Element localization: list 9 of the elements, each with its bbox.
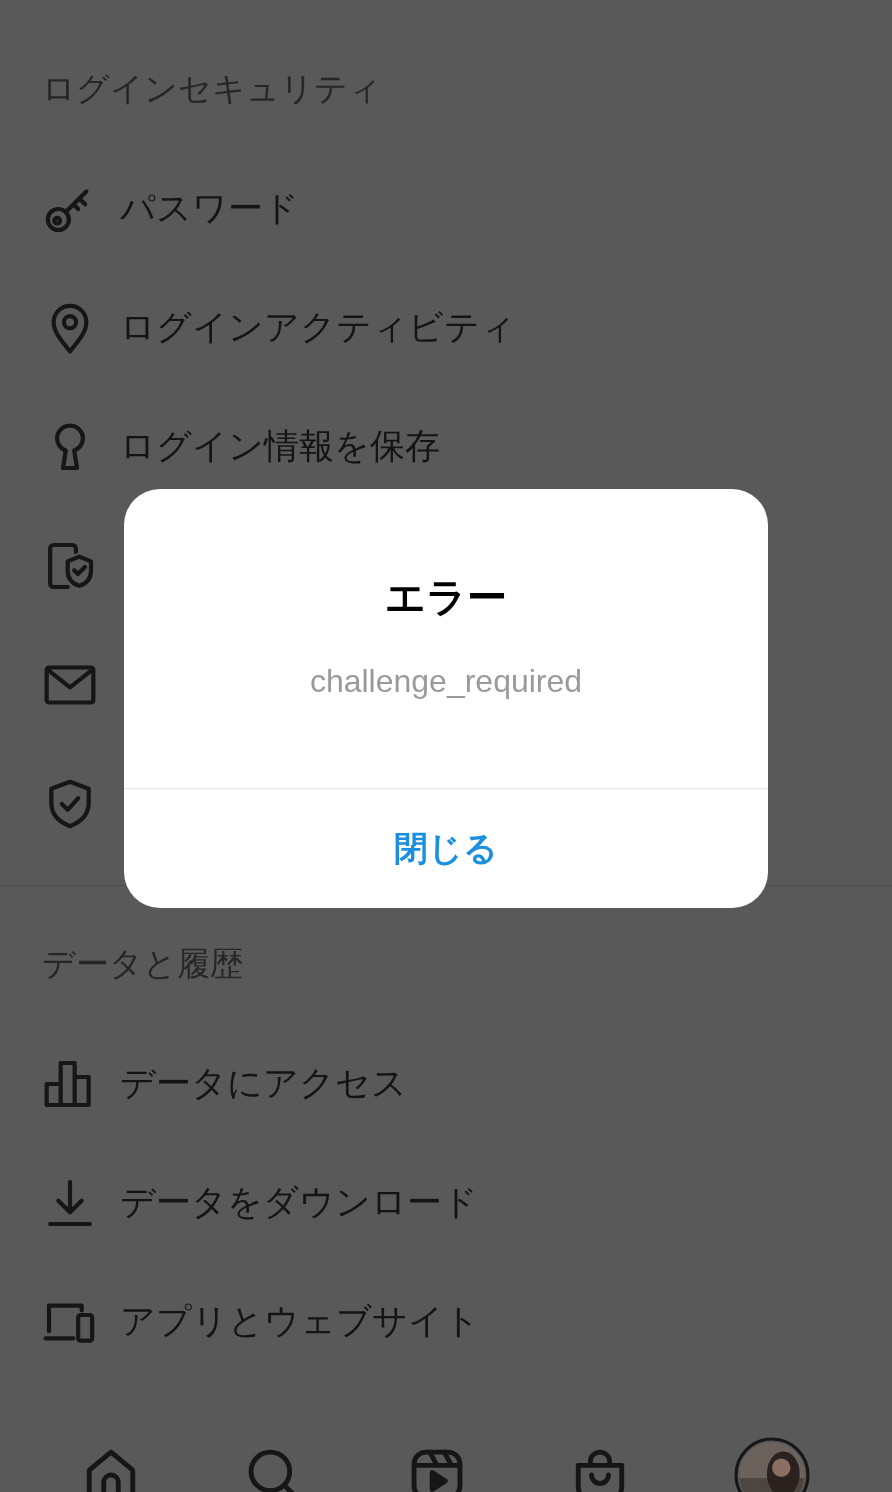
menu-item[interactable]: ログイン情報を保存	[120, 423, 440, 470]
menu-item[interactable]: データにアクセス	[120, 1060, 407, 1107]
menu-item[interactable]: アプリとウェブサイト	[120, 1298, 480, 1345]
menu-item[interactable]: パスワード	[120, 185, 299, 232]
error-message: challenge_required	[309, 662, 583, 701]
dialog-title: エラー	[385, 573, 507, 622]
menu-item[interactable]: データをダウンロード	[120, 1179, 478, 1226]
close-button[interactable]: 閉じる	[374, 815, 518, 882]
menu-item[interactable]: ログインアクティビティ	[120, 304, 516, 351]
